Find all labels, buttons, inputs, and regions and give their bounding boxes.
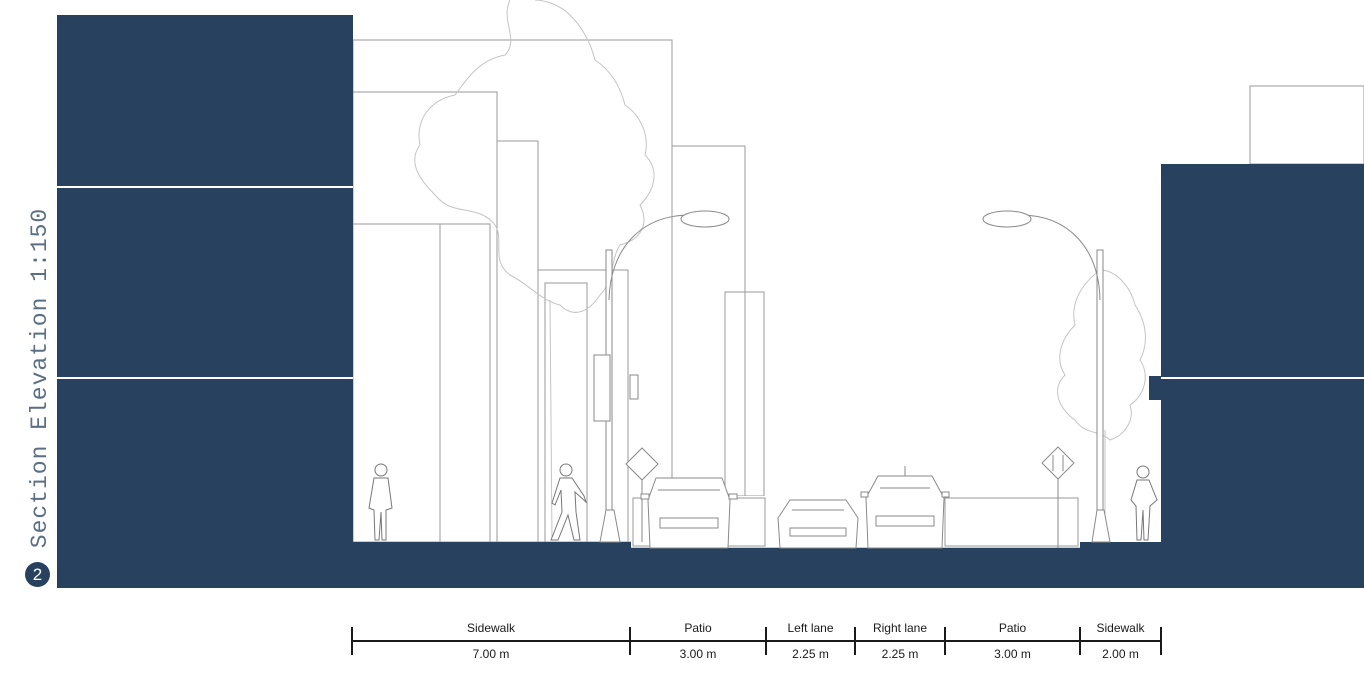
background-building xyxy=(1249,85,1364,165)
tree-canopy xyxy=(414,0,655,313)
dimension-width-label: 7.00 m xyxy=(473,647,510,661)
dimension-name-label: Right lane xyxy=(873,621,927,635)
street-light-right xyxy=(982,210,1111,543)
street-trees xyxy=(414,0,1146,541)
car-left-lane xyxy=(777,499,859,549)
dimension-name-label: Sidewalk xyxy=(1096,621,1145,635)
vehicles xyxy=(640,466,950,549)
section-elevation-drawing: Sidewalk 7.00 m Patio 3.00 m Left lane 2.25 m… xyxy=(0,0,1364,673)
dimension-width-label: 3.00 m xyxy=(994,647,1031,661)
dimension-name-label: Sidewalk xyxy=(467,621,516,635)
dimension-name-label: Left lane xyxy=(787,621,833,635)
pedestrian xyxy=(1130,465,1158,541)
background-building xyxy=(352,91,498,543)
drawing-title: Section Elevation 1:150 xyxy=(27,207,53,549)
left-building xyxy=(57,15,353,542)
dimension-width-label: 2.25 m xyxy=(882,647,919,661)
car-right-lane xyxy=(860,466,950,549)
background-building xyxy=(496,140,539,543)
pedestrian xyxy=(550,463,588,541)
dimension-width-label: 2.00 m xyxy=(1102,647,1139,661)
right-building xyxy=(1149,164,1364,542)
dimension-name-label: Patio xyxy=(999,621,1027,635)
background-building xyxy=(352,39,673,543)
suv-left xyxy=(640,477,738,549)
dimension-width-label: 3.00 m xyxy=(680,647,717,661)
dimension-name-label: Patio xyxy=(684,621,712,635)
background-building xyxy=(671,145,746,497)
pedestrian xyxy=(368,463,393,541)
section-number-badge: 2 xyxy=(25,562,50,587)
dimension-width-label: 2.25 m xyxy=(792,647,829,661)
dimension-chain: Sidewalk 7.00 m Patio 3.00 m Left lane 2.25 m… xyxy=(351,621,1162,661)
